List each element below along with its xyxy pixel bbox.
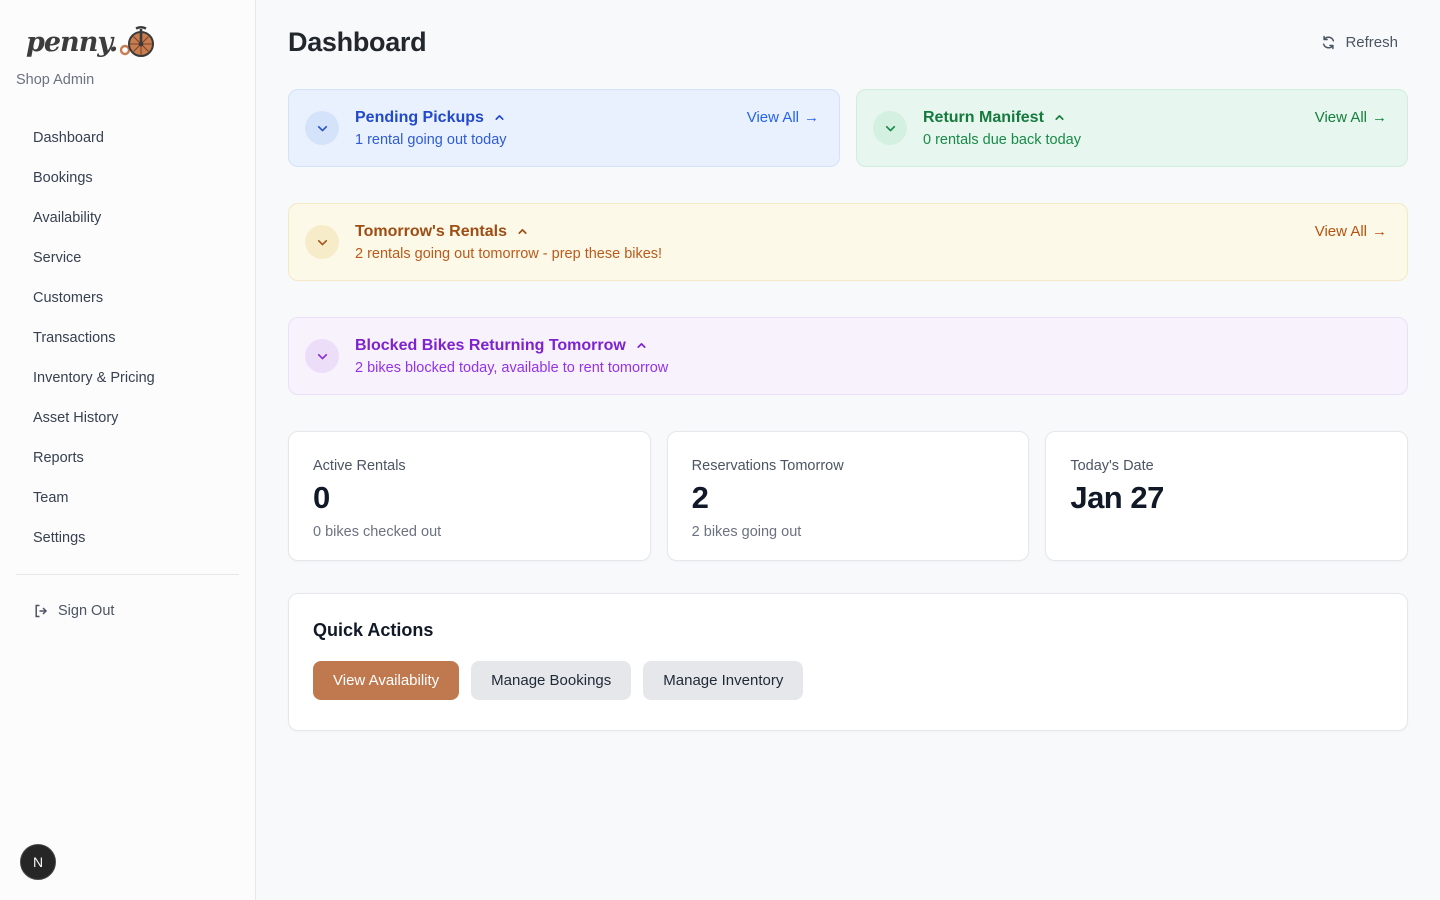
alert-title[interactable]: Return Manifest: [923, 109, 1044, 127]
sidebar-subtitle: Shop Admin: [16, 72, 239, 88]
stat-sub: 0 bikes checked out: [313, 524, 626, 540]
sidebar-item-service[interactable]: Service: [16, 238, 239, 278]
stat-value: 0: [313, 480, 626, 516]
alert-text: Return Manifest 0 rentals due back today: [923, 109, 1315, 148]
chevron-down-icon: [315, 121, 330, 136]
view-all-link[interactable]: View All →: [1315, 109, 1387, 126]
alert-subtitle: 2 bikes blocked today, available to rent…: [355, 360, 1387, 376]
alert-row: Pending Pickups 1 rental going out today…: [288, 89, 1408, 167]
view-availability-button[interactable]: View Availability: [313, 661, 459, 700]
alert-return-manifest: Return Manifest 0 rentals due back today…: [856, 89, 1408, 167]
refresh-button[interactable]: Refresh: [1311, 26, 1408, 59]
view-all-label: View All: [747, 109, 799, 126]
expand-toggle-button[interactable]: [305, 111, 339, 145]
stat-sub: 2 bikes going out: [692, 524, 1005, 540]
chevron-up-icon: [516, 225, 529, 238]
chevron-down-icon: [315, 235, 330, 250]
sidebar-item-asset-history[interactable]: Asset History: [16, 398, 239, 438]
sidebar-divider: [16, 574, 239, 575]
page-title: Dashboard: [288, 27, 426, 58]
expand-toggle-button[interactable]: [305, 225, 339, 259]
alert-title[interactable]: Blocked Bikes Returning Tomorrow: [355, 337, 626, 355]
stat-label: Reservations Tomorrow: [692, 458, 1005, 474]
alert-blocked-bikes: Blocked Bikes Returning Tomorrow 2 bikes…: [288, 317, 1408, 395]
alert-subtitle: 2 rentals going out tomorrow - prep thes…: [355, 246, 1315, 262]
sidebar-item-customers[interactable]: Customers: [16, 278, 239, 318]
logo: penny.: [26, 18, 239, 56]
expand-toggle-button[interactable]: [873, 111, 907, 145]
refresh-label: Refresh: [1345, 34, 1398, 51]
sidebar-item-availability[interactable]: Availability: [16, 198, 239, 238]
chevron-down-icon: [315, 349, 330, 364]
sidebar-item-reports[interactable]: Reports: [16, 438, 239, 478]
sign-out-icon: [33, 603, 49, 619]
sign-out-label: Sign Out: [58, 603, 114, 619]
stat-label: Active Rentals: [313, 458, 626, 474]
chevron-up-icon: [493, 111, 506, 124]
manage-inventory-button[interactable]: Manage Inventory: [643, 661, 803, 700]
manage-bookings-button[interactable]: Manage Bookings: [471, 661, 631, 700]
stat-card-reservations-tomorrow: Reservations Tomorrow 2 2 bikes going ou…: [667, 431, 1030, 561]
stat-card-active-rentals: Active Rentals 0 0 bikes checked out: [288, 431, 651, 561]
avatar[interactable]: N: [20, 844, 56, 880]
sign-out-button[interactable]: Sign Out: [16, 593, 239, 629]
refresh-icon: [1321, 35, 1336, 50]
arrow-right-icon: →: [1372, 223, 1387, 240]
alert-text: Blocked Bikes Returning Tomorrow 2 bikes…: [355, 337, 1387, 376]
sidebar-item-bookings[interactable]: Bookings: [16, 158, 239, 198]
sidebar: penny. Shop Admin Dashboard Bookings Ava…: [0, 0, 256, 900]
sidebar-item-dashboard[interactable]: Dashboard: [16, 118, 239, 158]
stat-value: 2: [692, 480, 1005, 516]
logo-wordmark: penny.: [26, 29, 117, 56]
sidebar-item-inventory-pricing[interactable]: Inventory & Pricing: [16, 358, 239, 398]
stat-card-todays-date: Today's Date Jan 27: [1045, 431, 1408, 561]
penny-farthing-bike-icon: [119, 24, 155, 58]
quick-actions-buttons: View Availability Manage Bookings Manage…: [313, 661, 1383, 700]
main-content: Dashboard Refresh Pending Pickups: [256, 0, 1440, 900]
quick-actions-card: Quick Actions View Availability Manage B…: [288, 593, 1408, 731]
alert-text: Pending Pickups 1 rental going out today: [355, 109, 747, 148]
arrow-right-icon: →: [1372, 109, 1387, 126]
chevron-down-icon: [883, 121, 898, 136]
sidebar-item-transactions[interactable]: Transactions: [16, 318, 239, 358]
sidebar-nav: Dashboard Bookings Availability Service …: [16, 118, 239, 558]
page-header: Dashboard Refresh: [288, 26, 1408, 59]
quick-actions-title: Quick Actions: [313, 620, 1383, 641]
chevron-up-icon: [1053, 111, 1066, 124]
alert-tomorrows-rentals: Tomorrow's Rentals 2 rentals going out t…: [288, 203, 1408, 281]
view-all-link[interactable]: View All →: [1315, 223, 1387, 240]
chevron-up-icon: [635, 339, 648, 352]
stats-row: Active Rentals 0 0 bikes checked out Res…: [288, 431, 1408, 561]
stat-value: Jan 27: [1070, 480, 1383, 516]
alert-title[interactable]: Pending Pickups: [355, 109, 484, 127]
arrow-right-icon: →: [804, 109, 819, 126]
expand-toggle-button[interactable]: [305, 339, 339, 373]
alert-subtitle: 0 rentals due back today: [923, 132, 1315, 148]
stat-label: Today's Date: [1070, 458, 1383, 474]
avatar-letter: N: [33, 854, 43, 870]
alert-pending-pickups: Pending Pickups 1 rental going out today…: [288, 89, 840, 167]
alert-subtitle: 1 rental going out today: [355, 132, 747, 148]
sidebar-item-settings[interactable]: Settings: [16, 518, 239, 558]
view-all-link[interactable]: View All →: [747, 109, 819, 126]
alert-text: Tomorrow's Rentals 2 rentals going out t…: [355, 223, 1315, 262]
alert-title[interactable]: Tomorrow's Rentals: [355, 223, 507, 241]
view-all-label: View All: [1315, 223, 1367, 240]
sidebar-item-team[interactable]: Team: [16, 478, 239, 518]
view-all-label: View All: [1315, 109, 1367, 126]
